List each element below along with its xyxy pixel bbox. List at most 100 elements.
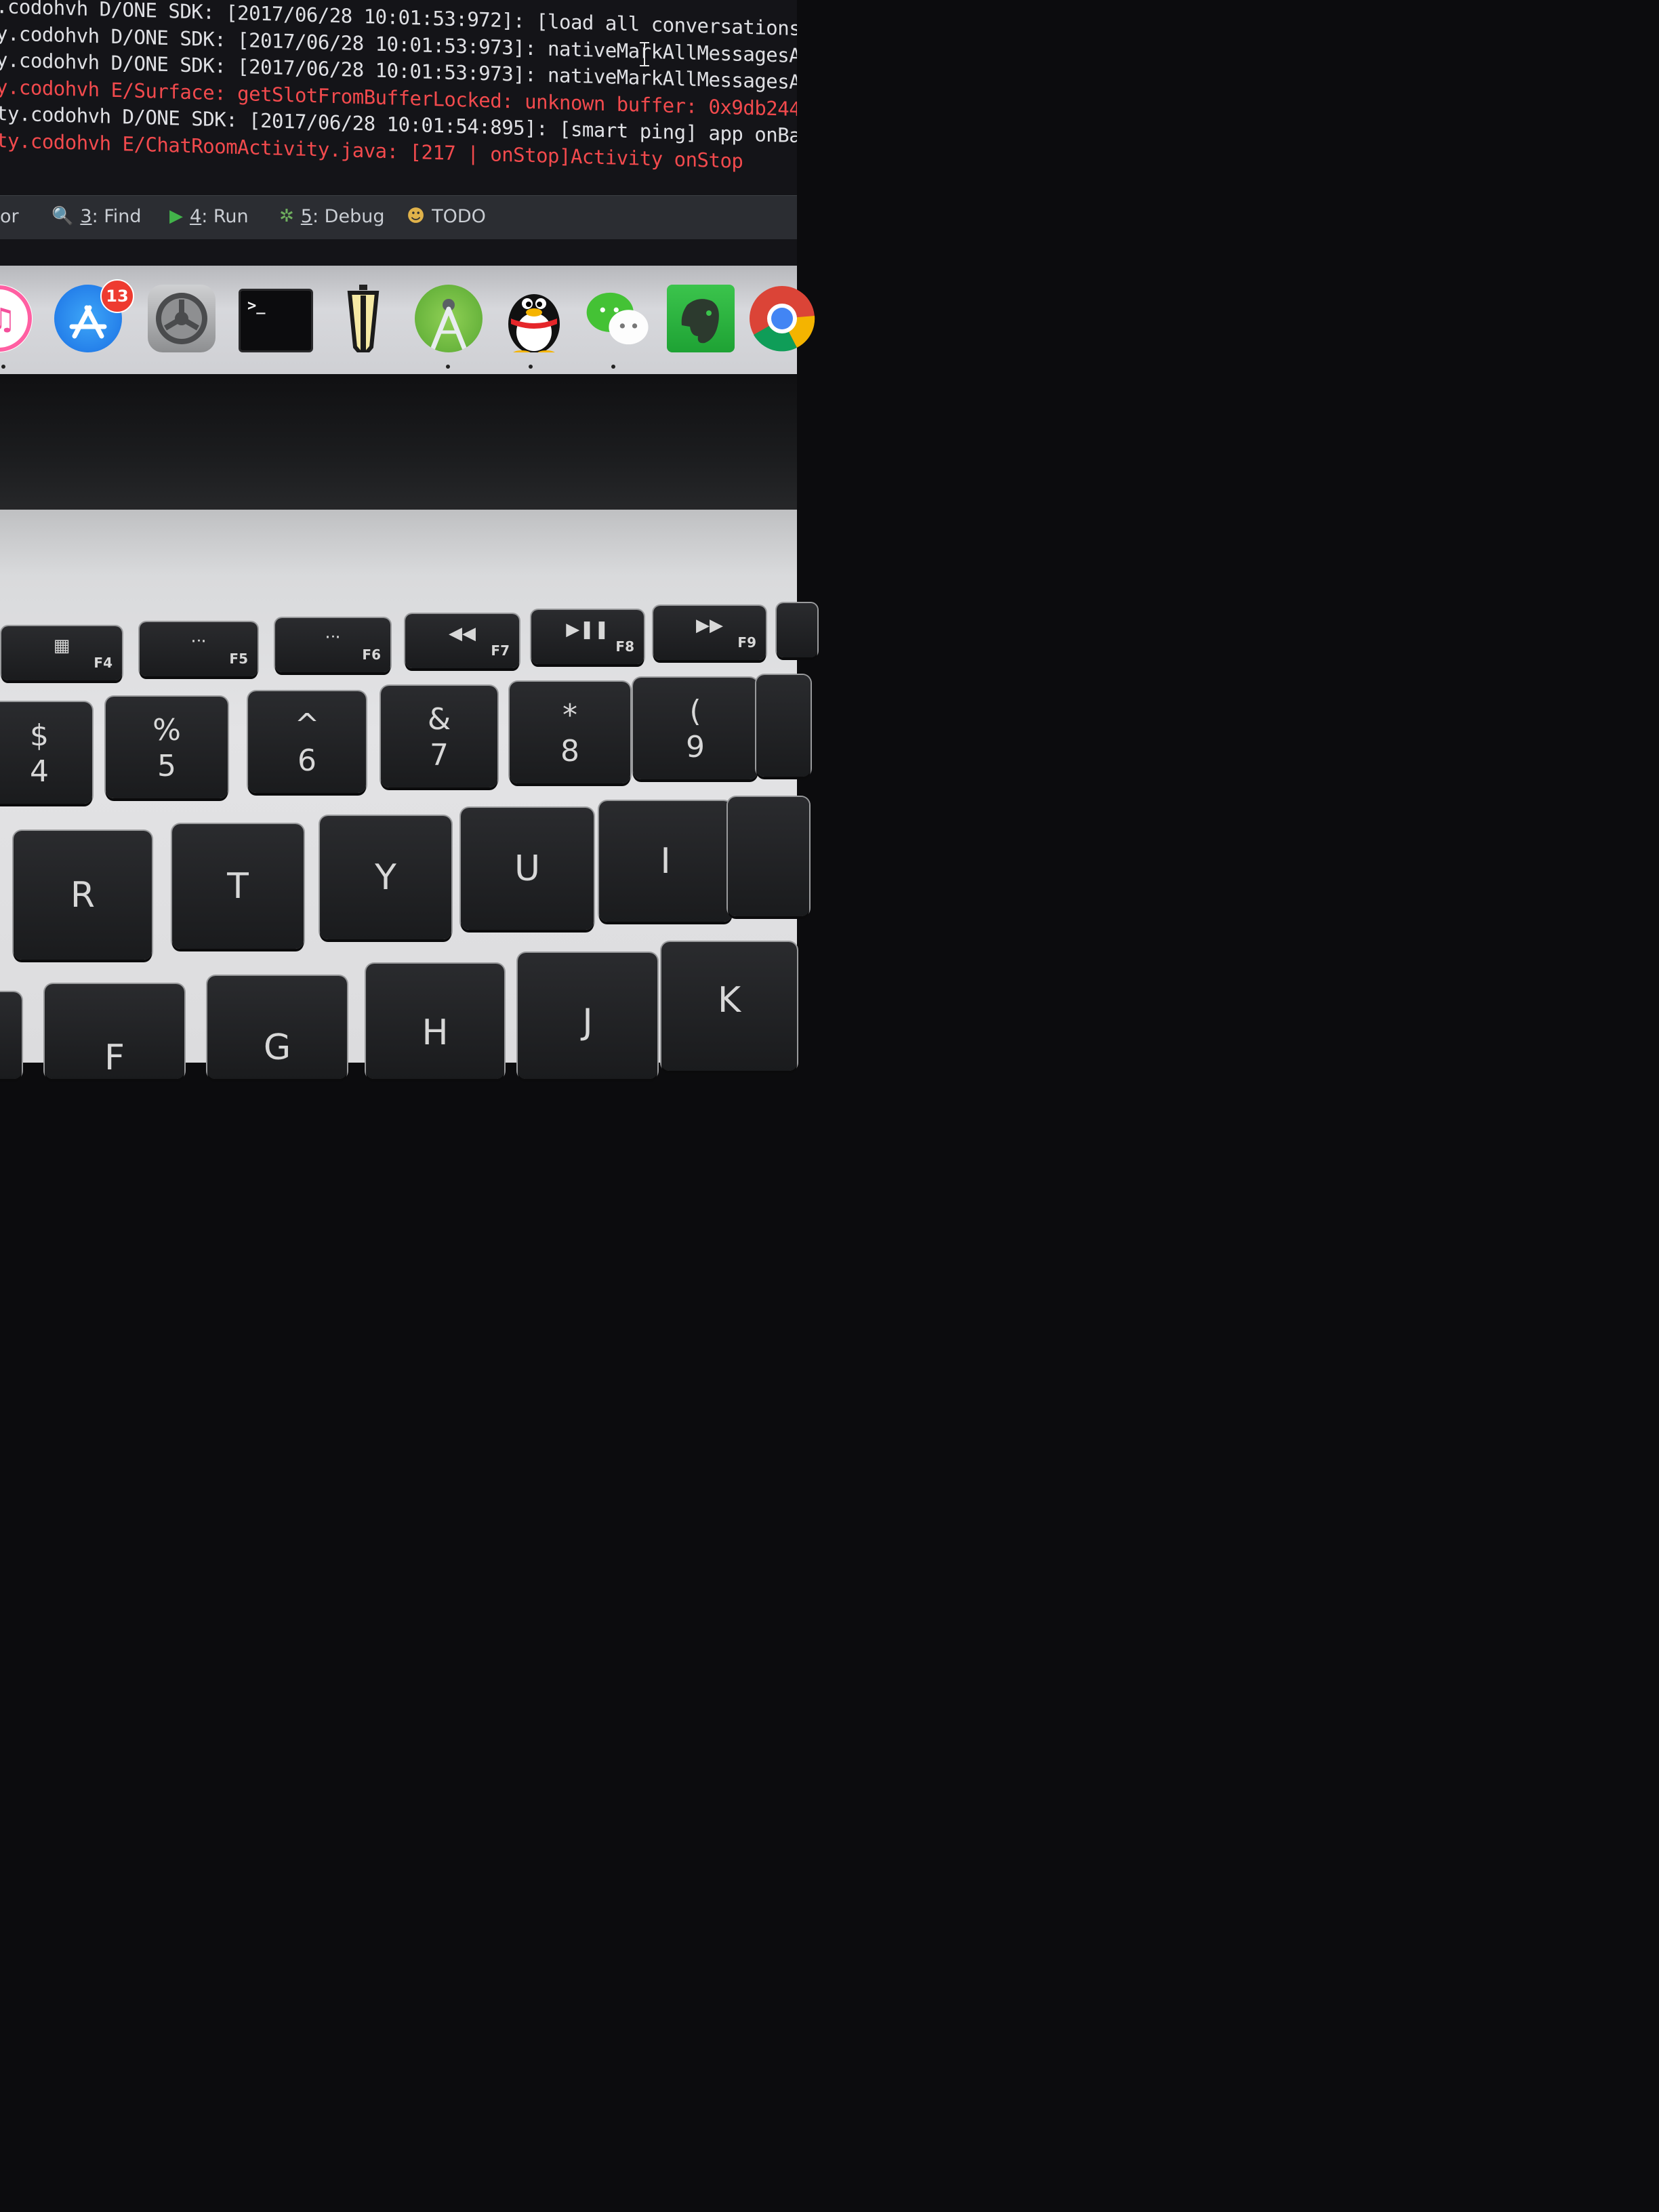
key-letter: K [717,979,741,1021]
ide-tool-window-bar: or 🔍 3 : Find ▶ 4 : Run ✲ 5 : Debug ☻ TO… [0,195,797,239]
dock-app-chrome[interactable] [748,285,816,352]
dock-app-lantern[interactable] [329,285,397,352]
key-letter: U [514,848,541,889]
key-shift-symbol: & [427,702,451,737]
key-y[interactable]: Y [320,816,451,939]
key-7[interactable]: & 7 [381,686,497,787]
key-letter: T [227,866,249,907]
text-cursor-icon [640,42,649,66]
chrome-icon [750,286,815,352]
key-letter: R [70,875,96,916]
terminal-prompt: >_ [247,298,266,314]
key-shift-symbol: ^ [294,708,320,742]
key-f7[interactable]: ◀◀ F7 [405,614,519,668]
key-f10-partial[interactable] [777,603,817,657]
key-f[interactable]: F [45,984,184,1079]
key-9[interactable]: ( 9 [633,678,758,779]
tool-partial-label: or [0,205,19,227]
key-f6[interactable]: ·ᐧ· F6 [275,618,390,672]
key-digit: 8 [560,734,579,769]
running-indicator [529,365,533,369]
log-output: .codohvh D/ONE SDK: [2017/06/28 10:01:53… [0,0,797,179]
key-o-partial[interactable] [728,797,809,916]
dock-app-android-studio[interactable] [415,285,483,352]
key-label: F4 [94,655,112,671]
chat-bubbles-icon [586,292,649,345]
run-icon: ▶ [169,206,183,226]
itunes-icon: ♫ [0,285,32,352]
fast-forward-icon: ▶▶ [696,615,723,636]
key-k[interactable]: K [661,942,797,1071]
tool-debug-label: : Debug [312,205,385,227]
key-letter: G [263,1027,291,1069]
key-d-partial[interactable] [0,992,22,1079]
tool-debug-number: 5 [300,205,312,227]
key-label: F5 [229,651,248,667]
running-indicator [611,365,615,369]
dock-app-system-preferences[interactable] [148,285,216,352]
tool-find-number: 3 [80,205,92,227]
tool-partial[interactable]: or [0,203,19,230]
terminal-screen: .codohvh D/ONE SDK: [2017/06/28 10:01:53… [0,0,797,266]
key-digit: 5 [157,749,176,783]
tool-run-number: 4 [190,205,202,227]
laptop-keyboard-deck: ▦ F4 ·ᐧ· F5 ·ᐧ· F6 ◀◀ F7 ▶❚❚ F8 ▶▶ F9 $ … [0,510,817,1079]
key-8[interactable]: * 8 [510,682,630,783]
todo-icon: ☻ [407,206,426,226]
dock-app-terminal[interactable]: >_ [239,289,313,352]
key-f4[interactable]: ▦ F4 [1,626,122,680]
bug-icon: ✲ [279,206,294,226]
key-digit: 4 [30,754,49,789]
notification-badge: 13 [100,279,134,313]
key-r[interactable]: R [14,831,152,960]
dock-app-evernote[interactable] [667,285,735,352]
play-pause-icon: ▶❚❚ [566,619,609,640]
running-indicator [446,365,450,369]
key-shift-symbol: % [152,713,181,747]
key-digit: 9 [686,730,705,764]
elephant-icon [681,299,719,344]
key-f8[interactable]: ▶❚❚ F8 [531,610,644,664]
key-5[interactable]: % 5 [106,697,228,798]
key-f9[interactable]: ▶▶ F9 [653,606,766,660]
tool-run-label: : Run [201,205,249,227]
key-label: F7 [491,642,510,659]
key-letter: Y [375,857,396,898]
key-j[interactable]: J [518,953,657,1079]
penguin-icon [508,294,560,352]
key-f5[interactable]: ·ᐧ· F5 [140,622,258,676]
key-u[interactable]: U [461,808,594,930]
compass-icon [430,299,468,352]
key-letter: H [422,1012,449,1053]
rewind-icon: ◀◀ [449,623,476,644]
svg-text:♫: ♫ [0,302,16,337]
lantern-icon [347,285,380,352]
tool-run[interactable]: ▶ 4 : Run [169,203,249,230]
launchpad-icon: ▦ [53,636,70,656]
key-4[interactable]: $ 4 [0,702,92,804]
tool-todo[interactable]: ☻ TODO [407,203,486,230]
keyboard-brightness-down-icon: ·ᐧ· [190,632,207,652]
dock-app-itunes[interactable]: ♫ [0,285,33,352]
key-6[interactable]: ^ 6 [248,691,366,793]
screen-bezel [0,374,797,510]
key-t[interactable]: T [172,824,304,949]
key-i[interactable]: I [599,801,732,922]
gear-icon [156,293,207,344]
key-shift-symbol: ( [689,694,701,729]
key-shift-symbol: * [562,698,577,733]
dock-app-wechat[interactable] [584,285,652,352]
key-label: F6 [362,647,381,663]
key-digit: 7 [430,738,449,773]
key-letter: J [582,1002,593,1043]
key-h[interactable]: H [366,964,504,1079]
tool-find[interactable]: 🔍 3 : Find [52,203,142,230]
key-shift-symbol: $ [30,718,49,753]
dock-app-qq[interactable] [500,285,568,352]
key-letter: F [104,1038,125,1079]
tool-debug[interactable]: ✲ 5 : Debug [279,203,384,230]
key-g[interactable]: G [207,976,347,1079]
key-0-partial[interactable] [756,675,811,777]
keyboard-brightness-up-icon: ·ᐧ· [325,628,341,648]
key-digit: 6 [298,743,316,778]
